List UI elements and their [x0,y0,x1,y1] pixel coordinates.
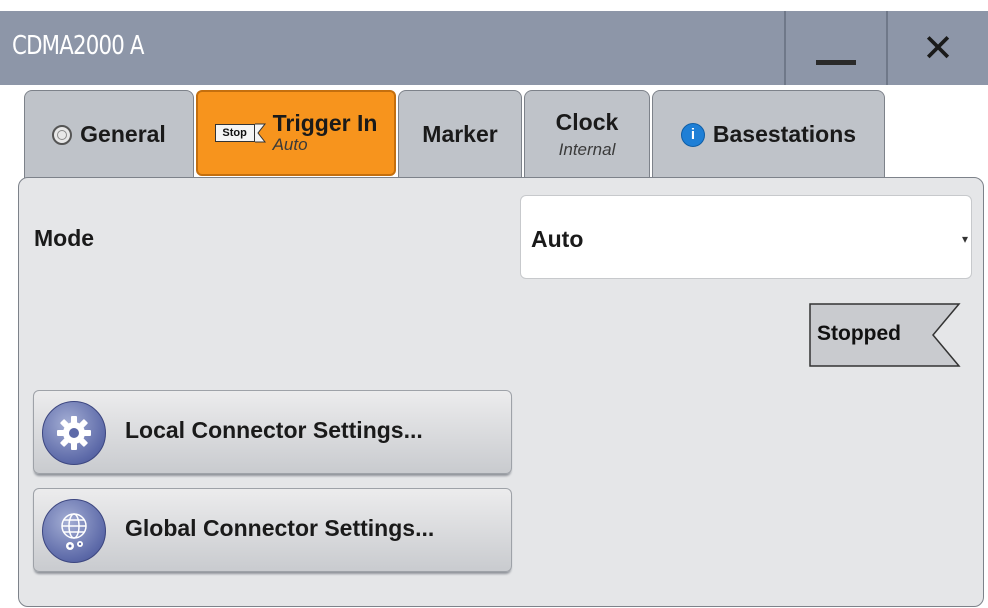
radio-off-icon [52,124,73,145]
tab-basestations[interactable]: i Basestations [652,90,885,178]
status-text: Stopped [817,322,901,345]
local-connector-settings-label: Local Connector Settings... [125,417,423,443]
minimize-button[interactable] [784,11,886,85]
title-bar: CDMA2000 A ✕ [0,11,988,85]
tab-clock-sub: Internal [558,140,616,159]
tab-clock[interactable]: Clock Internal [524,90,650,178]
window-title: CDMA2000 A [12,31,145,61]
global-connector-settings-button[interactable]: Global Connector Settings... [33,488,512,572]
tab-marker-label: Marker [422,121,498,147]
tab-basestations-label: Basestations [712,121,857,147]
mode-label: Mode [34,225,95,251]
tab-marker[interactable]: Marker [398,90,522,178]
cdma2000-dialog: CDMA2000 A ✕ General Stop Trigger In Aut… [0,0,988,608]
global-connector-settings-label: Global Connector Settings... [125,515,435,541]
stop-flag-icon [254,123,266,143]
tab-trigger-in-label: Trigger In [272,109,378,136]
mode-value: Auto [531,226,584,252]
gear-icon [42,401,106,465]
close-button[interactable]: ✕ [886,11,988,85]
tab-trigger-in[interactable]: Stop Trigger In Auto [196,90,396,176]
minimize-icon [816,59,856,65]
globe-gear-icon [42,499,106,563]
trigger-status-indicator: Stopped [809,303,969,367]
local-connector-settings-button[interactable]: Local Connector Settings... [33,390,512,474]
stop-indicator-icon: Stop [214,121,267,145]
info-icon: i [680,122,705,147]
tab-general-label: General [80,121,166,147]
tab-clock-label: Clock [555,109,619,135]
tab-trigger-in-sub: Auto [272,134,308,154]
mode-select[interactable]: Auto ▾ [520,195,972,279]
tab-general[interactable]: General [24,90,194,178]
dropdown-arrow-icon: ▾ [961,232,968,246]
close-icon: ✕ [922,26,954,70]
